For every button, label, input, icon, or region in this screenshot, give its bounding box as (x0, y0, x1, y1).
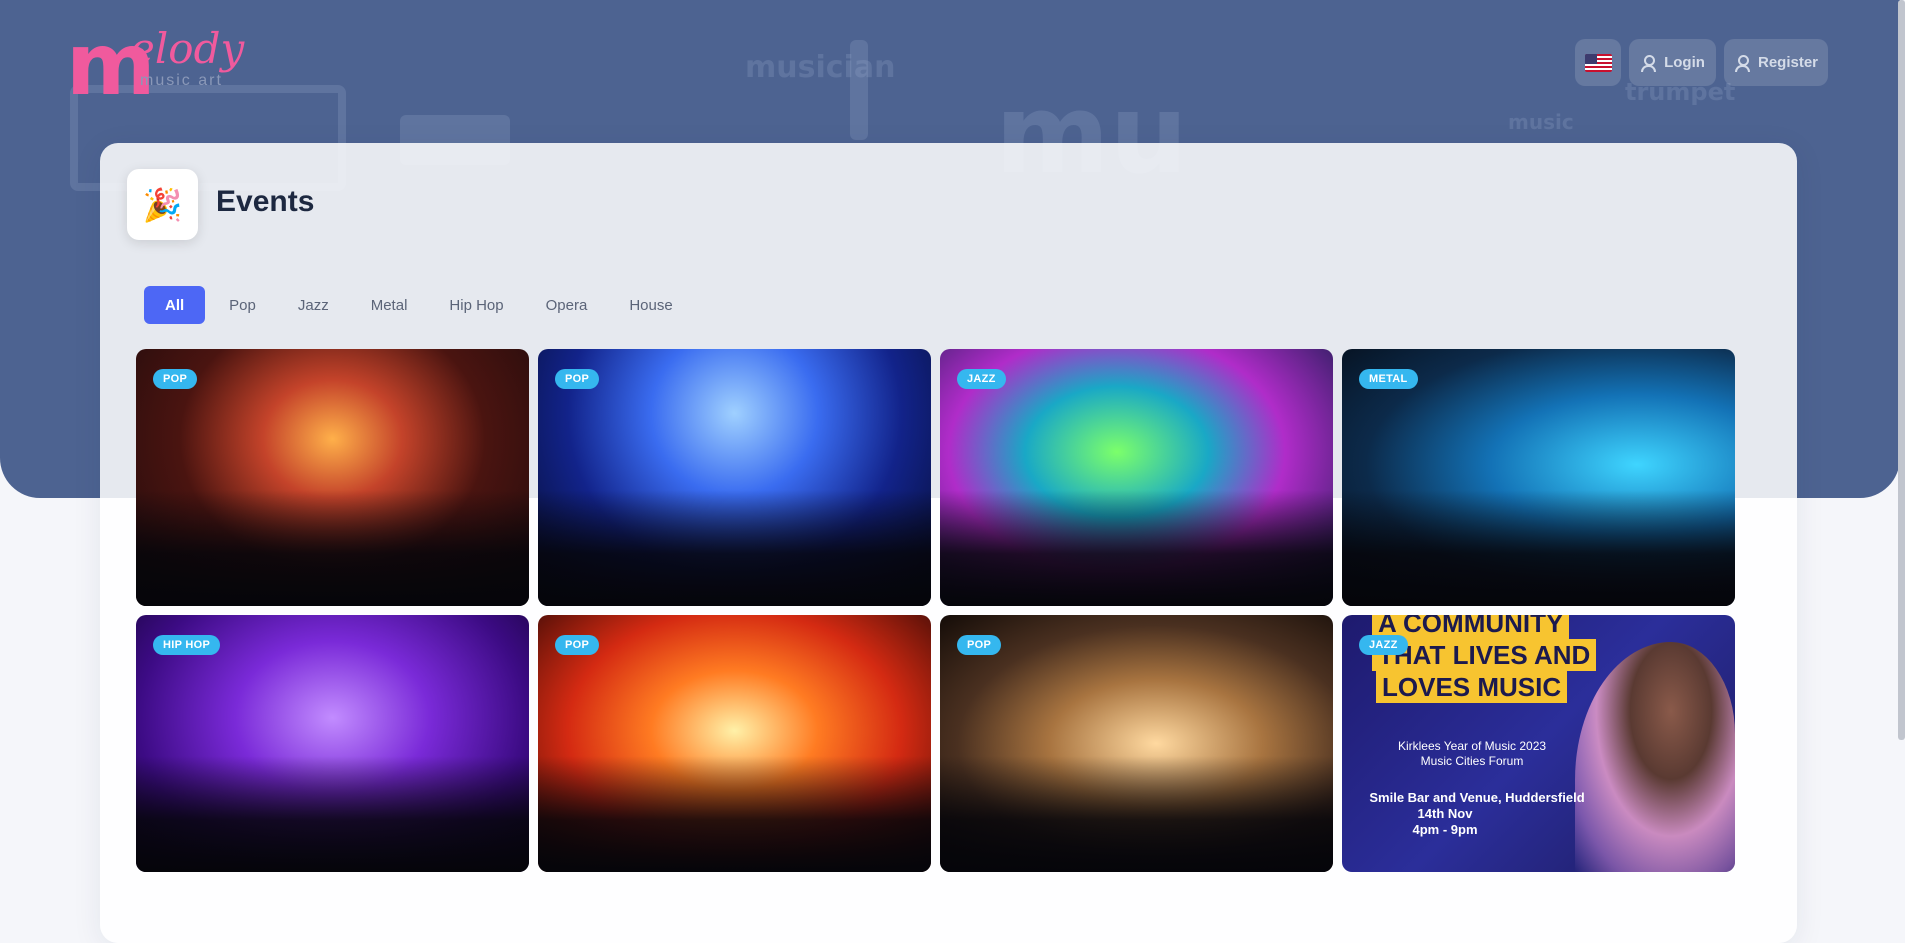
decor-guitar-icon (850, 40, 868, 140)
page-scrollbar[interactable] (1898, 0, 1905, 740)
register-label: Register (1757, 54, 1819, 71)
genre-filter-bar: All Pop Jazz Metal Hip Hop Opera House (144, 286, 691, 324)
singer-image (1575, 642, 1735, 872)
poster-subtitle-2: Music Cities Forum (1420, 754, 1524, 768)
event-card[interactable]: HIP HOP (136, 615, 529, 872)
concert-image (136, 756, 529, 872)
poster-date: 14th Nov (1417, 806, 1473, 821)
decor-music-small: music (1508, 110, 1574, 134)
us-flag-icon (1584, 53, 1612, 72)
logo-tagline: music art (140, 72, 223, 89)
user-icon (1734, 54, 1750, 72)
concert-image (538, 490, 931, 606)
poster-venue: Smile Bar and Venue, Huddersfield (1369, 790, 1585, 805)
decor-music-word: musician (745, 50, 896, 85)
melody-logo[interactable]: m elody music art (66, 18, 266, 108)
events-grid: POP POP JAZZ METAL HIP HOP POP POP A COM… (136, 349, 1735, 872)
genre-badge: HIP HOP (153, 635, 221, 655)
logo-text: elody (130, 24, 245, 73)
genre-badge: POP (555, 635, 600, 655)
genre-badge: JAZZ (957, 369, 1006, 389)
concert-image (538, 756, 931, 872)
filter-hip-hop[interactable]: Hip Hop (431, 286, 521, 324)
filter-pop[interactable]: Pop (211, 286, 274, 324)
event-card[interactable]: POP (538, 615, 931, 872)
concert-image (1342, 490, 1735, 606)
poster-headline-3: LOVES MUSIC (1376, 671, 1568, 703)
concert-image (940, 756, 1333, 872)
genre-badge: POP (555, 369, 600, 389)
filter-jazz[interactable]: Jazz (280, 286, 347, 324)
register-button[interactable]: Register (1724, 39, 1828, 86)
genre-badge: POP (957, 635, 1002, 655)
top-nav: Login Register (1575, 39, 1828, 86)
event-card[interactable]: POP (538, 349, 931, 606)
page-title: Events (216, 185, 315, 218)
concert-image (940, 490, 1333, 606)
genre-badge: METAL (1359, 369, 1418, 389)
events-card: 🎉 Events All Pop Jazz Metal Hip Hop Oper… (100, 143, 1797, 943)
login-button[interactable]: Login (1629, 39, 1716, 86)
language-button[interactable] (1575, 39, 1621, 86)
filter-all[interactable]: All (144, 286, 206, 324)
filter-house[interactable]: House (611, 286, 690, 324)
filter-opera[interactable]: Opera (528, 286, 606, 324)
concert-image (136, 490, 529, 606)
event-card[interactable]: A COMMUNITY THAT LIVES AND LOVES MUSIC K… (1342, 615, 1735, 872)
genre-badge: JAZZ (1359, 635, 1408, 655)
filter-metal[interactable]: Metal (353, 286, 426, 324)
event-card[interactable]: POP (136, 349, 529, 606)
genre-badge: POP (153, 369, 198, 389)
login-label: Login (1664, 54, 1705, 71)
poster-subtitle-1: Kirklees Year of Music 2023 (1397, 739, 1547, 753)
event-card[interactable]: METAL (1342, 349, 1735, 606)
poster-time: 4pm - 9pm (1412, 822, 1478, 837)
user-icon (1640, 54, 1657, 72)
party-popper-icon: 🎉 (127, 169, 198, 240)
event-card[interactable]: POP (940, 615, 1333, 872)
event-card[interactable]: JAZZ (940, 349, 1333, 606)
